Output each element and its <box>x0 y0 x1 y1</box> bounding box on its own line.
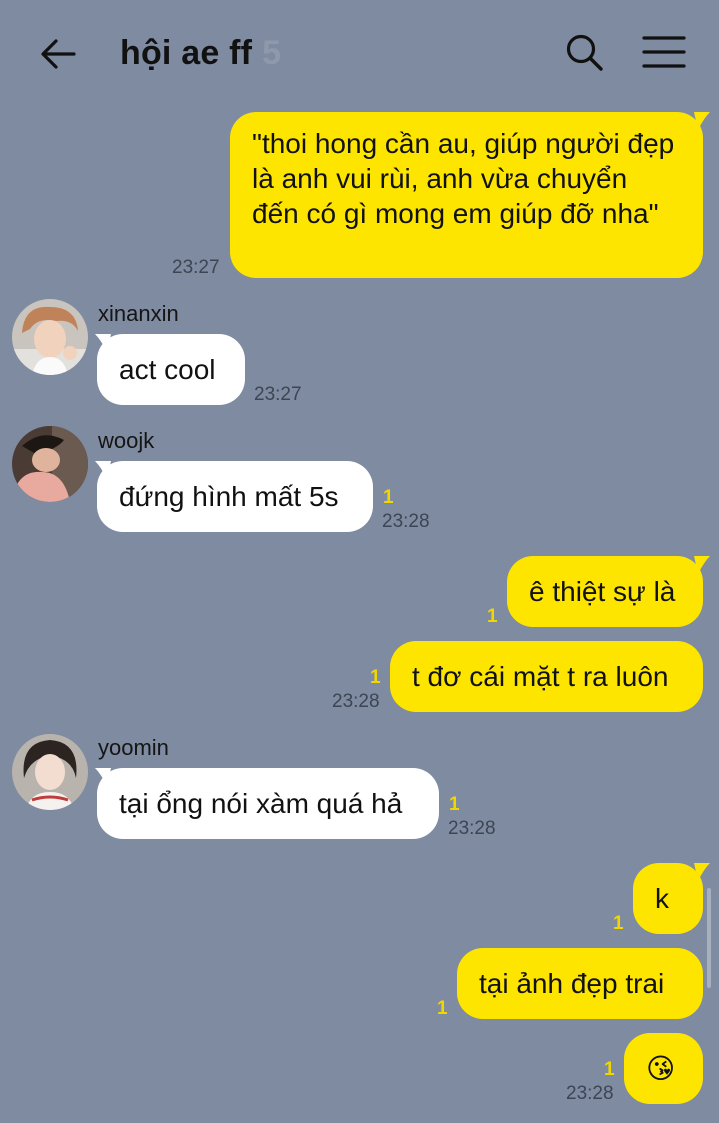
message-text: tại ổng nói xàm quá hả <box>119 788 403 819</box>
bubble-tail <box>95 461 111 479</box>
message-time: 23:28 <box>382 511 430 532</box>
message-text: tại ảnh đẹp trai <box>479 968 665 999</box>
bubble-tail <box>694 112 710 130</box>
message-bubble-received[interactable]: tại ổng nói xàm quá hả <box>97 768 439 839</box>
message-time: 23:28 <box>448 818 496 839</box>
search-icon <box>566 34 603 71</box>
message-bubble-sent[interactable]: ê thiệt sự là <box>507 556 703 627</box>
arrow-left-icon <box>41 39 76 69</box>
message-time: 23:27 <box>172 257 220 278</box>
avatar-woojk[interactable] <box>12 426 88 502</box>
sender-name: woojk <box>98 428 155 453</box>
search-button[interactable] <box>562 30 606 74</box>
bubble-tail <box>694 863 710 881</box>
unread-count: 1 <box>613 913 624 934</box>
message-bubble-sent[interactable]: 😘 <box>624 1033 703 1104</box>
message-text: t đơ cái mặt t ra luôn <box>412 661 669 692</box>
chat-title-text: hội ae ff <box>120 34 253 72</box>
message-bubble-sent[interactable]: tại ảnh đẹp trai <box>457 948 703 1019</box>
avatar-yoomin[interactable] <box>12 734 88 810</box>
message-bubble-sent[interactable]: t đơ cái mặt t ra luôn <box>390 641 703 712</box>
bubble-tail <box>694 556 710 574</box>
unread-count: 1 <box>487 606 498 627</box>
chat-header: hội ae ff 5 <box>0 0 719 100</box>
message-bubble-sent[interactable]: "thoi hong cần au, giúp người đẹp là anh… <box>230 112 703 278</box>
unread-count: 1 <box>383 487 394 508</box>
bubble-tail <box>95 334 111 352</box>
message-text: đứng hình mất 5s <box>119 481 339 512</box>
unread-count: 1 <box>437 998 448 1019</box>
menu-button[interactable] <box>640 32 688 72</box>
hamburger-menu-icon <box>642 36 686 68</box>
message-bubble-sent[interactable]: k <box>633 863 703 934</box>
avatar-xinanxin[interactable] <box>12 299 88 375</box>
unread-count: 1 <box>449 794 460 815</box>
message-text: k <box>655 883 669 914</box>
chat-title: hội ae ff 5 <box>120 34 281 73</box>
message-bubble-received[interactable]: đứng hình mất 5s <box>97 461 373 532</box>
bubble-tail <box>95 768 111 786</box>
kiss-emoji: 😘 <box>646 1053 676 1084</box>
unread-count: 1 <box>370 667 381 688</box>
message-bubble-received[interactable]: act cool <box>97 334 245 405</box>
message-time: 23:28 <box>566 1083 614 1104</box>
message-text: act cool <box>119 354 216 385</box>
member-count: 5 <box>262 34 282 72</box>
sender-name: xinanxin <box>98 301 179 326</box>
unread-count: 1 <box>604 1059 615 1080</box>
message-text: ê thiệt sự là <box>529 576 676 607</box>
back-button[interactable] <box>36 32 80 76</box>
scrollbar[interactable] <box>707 888 711 988</box>
message-time: 23:28 <box>332 691 380 712</box>
sender-name: yoomin <box>98 735 169 760</box>
message-text: "thoi hong cần au, giúp người đẹp là anh… <box>252 128 675 229</box>
message-time: 23:27 <box>254 384 302 405</box>
